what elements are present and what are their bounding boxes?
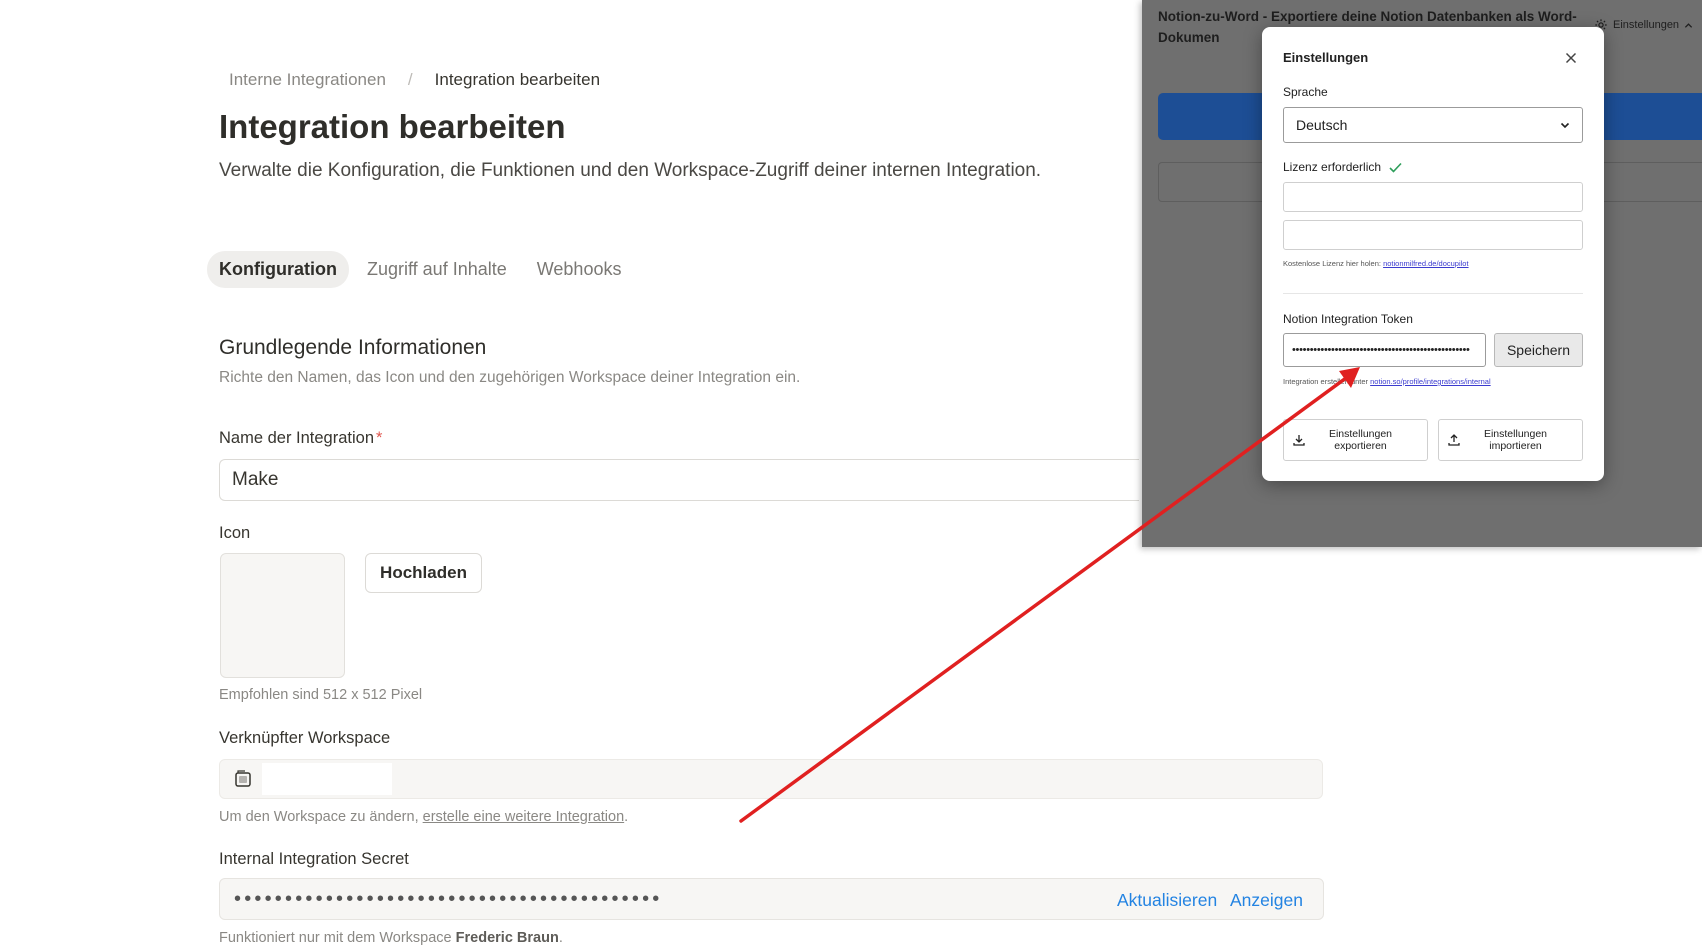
settings-modal-title: Einstellungen [1283,50,1369,65]
icon-hint: Empfohlen sind 512 x 512 Pixel [219,687,423,703]
save-button[interactable]: Speichern [1494,333,1583,367]
modal-divider [1283,293,1583,294]
secret-hint: Funktioniert nur mit dem Workspace Frede… [219,930,563,946]
page-title: Integration bearbeiten [219,108,566,145]
icon-label: Icon [219,524,251,542]
license-hint-prefix: Kostenlose Lizenz hier holen: [1283,259,1384,268]
tab-konfiguration[interactable]: Konfiguration [207,251,349,288]
icon-preview[interactable] [220,553,345,678]
language-label: Sprache [1283,85,1328,99]
name-label-text: Name der Integration [219,429,375,447]
extension-settings-label: Einstellungen [1613,19,1680,31]
name-field-label: Name der Integration * [219,429,382,448]
workspace-icon [235,770,251,787]
section-description: Richte den Namen, das Icon und den zugeh… [219,369,801,386]
token-hint-link[interactable]: notion.so/profile/integrations/internal [1370,377,1491,386]
import-settings-button[interactable]: Einstellungen importieren [1438,419,1583,461]
close-icon[interactable] [1563,50,1579,66]
workspace-name [262,763,392,795]
secret-masked-value: ••••••••••••••••••••••••••••••••••••••••… [234,888,663,910]
download-icon [1293,435,1305,446]
breadcrumb-separator: / [407,70,413,89]
secret-hint-workspace: Frederic Braun [455,930,559,946]
secret-label: Internal Integration Secret [219,850,409,868]
token-hint-prefix: Integration erstellen unter [1283,377,1371,386]
show-secret-button[interactable]: Anzeigen [1230,890,1303,911]
check-icon [1389,162,1402,173]
secret-hint-prefix: Funktioniert nur mit dem Workspace [219,930,456,946]
tab-zugriff-auf-inhalte[interactable]: Zugriff auf Inhalte [355,251,519,288]
required-mark: * [376,429,383,447]
upload-button[interactable]: Hochladen [365,553,482,593]
secret-hint-suffix: . [558,930,563,946]
workspace-hint: Um den Workspace zu ändern, erstelle ein… [219,809,628,825]
import-settings-label: Einstellungen importieren [1483,428,1548,452]
notion-token-input[interactable]: ••••••••••••••••••••••••••••••••••••••••… [1283,333,1486,367]
breadcrumb: Interne Integrationen / Integration bear… [229,70,600,90]
section-title: Grundlegende Informationen [219,336,487,359]
integration-name-input[interactable]: Make [219,459,1139,501]
token-hint: Integration erstellen unter notion.so/pr… [1283,377,1491,386]
workspace-label: Verknüpfter Workspace [219,729,391,747]
license-label: Lizenz erforderlich [1283,160,1402,174]
license-input-2[interactable] [1283,220,1583,250]
extension-settings-toggle[interactable]: Einstellungen [1594,18,1693,32]
integration-name-value: Make [232,469,279,490]
tab-webhooks[interactable]: Webhooks [525,251,634,288]
export-settings-button[interactable]: Einstellungen exportieren [1283,419,1428,461]
tab-bar: Konfiguration Zugriff auf Inhalte Webhoo… [207,251,633,288]
breadcrumb-current: Integration bearbeiten [434,70,601,89]
export-settings-label: Einstellungen exportieren [1328,428,1393,452]
license-hint-link[interactable]: notionmilfred.de/docupilot [1383,259,1468,268]
chevron-down-icon [1560,122,1570,129]
license-input-1[interactable] [1283,182,1583,212]
workspace-hint-suffix: . [624,809,629,825]
notion-token-value: ••••••••••••••••••••••••••••••••••••••••… [1292,344,1470,356]
language-selected-value: Deutsch [1296,117,1348,133]
license-label-text: Lizenz erforderlich [1283,160,1382,174]
license-hint: Kostenlose Lizenz hier holen: notionmilf… [1283,259,1469,268]
breadcrumb-parent-link[interactable]: Interne Integrationen [229,70,386,90]
workspace-hint-prefix: Um den Workspace zu ändern, [219,809,423,825]
refresh-secret-button[interactable]: Aktualisieren [1117,890,1217,911]
token-label: Notion Integration Token [1283,312,1413,326]
page-description: Verwalte die Konfiguration, die Funktion… [219,160,1042,181]
upload-icon [1448,434,1460,446]
language-select[interactable]: Deutsch [1283,107,1583,143]
chevron-up-icon [1684,22,1693,28]
create-integration-link[interactable]: erstelle eine weitere Integration [423,809,625,825]
